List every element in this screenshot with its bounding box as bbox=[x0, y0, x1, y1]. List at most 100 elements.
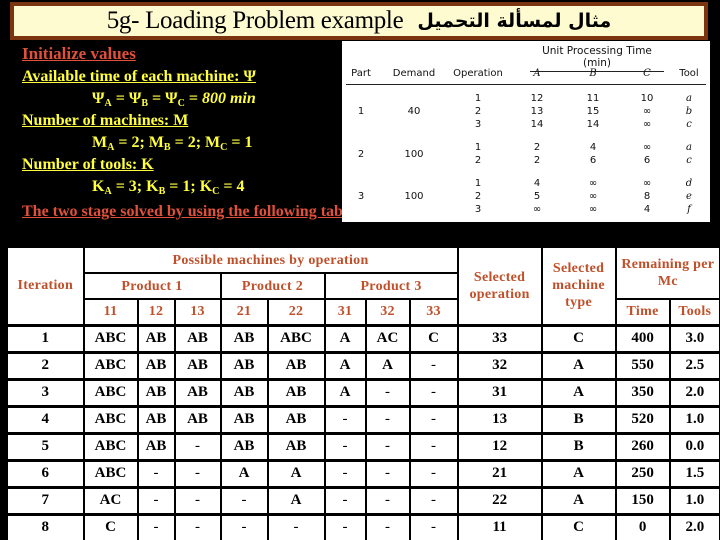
ref-header-demand: Demand bbox=[392, 68, 436, 79]
tools-term: KB = 1; bbox=[146, 178, 200, 197]
cell-op-33: - bbox=[408, 486, 459, 515]
ref-cell-b: ∞ bbox=[588, 191, 598, 202]
ref-cell-b: ∞ bbox=[588, 178, 598, 189]
machines-term: MA = 2; bbox=[92, 134, 149, 153]
ref-cell-a: 2 bbox=[533, 155, 541, 166]
cell-op-31: A bbox=[323, 324, 367, 353]
cell-op-31: A bbox=[323, 351, 367, 380]
cell-iteration: 1 bbox=[4, 324, 85, 353]
ref-header-a: A bbox=[533, 68, 541, 79]
ref-cell-op: 3 bbox=[474, 204, 482, 215]
cell-selected-machine: A bbox=[540, 351, 617, 380]
cell-op-12: AB bbox=[136, 432, 176, 461]
cell-remaining-time: 250 bbox=[614, 459, 671, 488]
cell-remaining-time: 550 bbox=[614, 351, 671, 380]
ref-cell-a: 14 bbox=[530, 119, 544, 130]
cell-op-11: ABC bbox=[82, 405, 139, 434]
ref-cell-b: ∞ bbox=[588, 204, 598, 215]
table-row: 7 AC - - - A - - -22 A 150 1.0 bbox=[4, 486, 720, 515]
header-tools: Tools bbox=[668, 298, 720, 326]
header-op: 33 bbox=[408, 298, 459, 326]
cell-op-22: AB bbox=[266, 432, 326, 461]
cell-remaining-tools: 1.5 bbox=[668, 459, 720, 488]
cell-op-11: AC bbox=[82, 486, 139, 515]
ref-cell-b: 6 bbox=[589, 155, 597, 166]
ref-cell-a: 5 bbox=[533, 191, 541, 202]
cell-op-13: - bbox=[173, 432, 222, 461]
ref-header-part: Part bbox=[351, 68, 371, 79]
table-row: 5 ABC AB - AB AB - - -12 B 260 0.0 bbox=[4, 432, 720, 461]
ref-cell-c: 8 bbox=[643, 191, 651, 202]
ref-header-tool: Tool bbox=[679, 68, 699, 79]
cell-op-33: - bbox=[408, 378, 459, 407]
cell-remaining-tools: 1.0 bbox=[668, 486, 720, 515]
cell-iteration: 4 bbox=[4, 405, 85, 434]
cell-iteration: 5 bbox=[4, 432, 85, 461]
cell-op-11: ABC bbox=[82, 378, 139, 407]
cell-op-11: C bbox=[82, 513, 139, 540]
cell-op-33: - bbox=[408, 459, 459, 488]
ref-cell-tool: a bbox=[686, 93, 692, 104]
cell-op-22: A bbox=[266, 486, 326, 515]
cell-op-12: - bbox=[136, 486, 176, 515]
cell-op-22: AB bbox=[266, 351, 326, 380]
cell-op-11: ABC bbox=[82, 432, 139, 461]
cell-selected-operation: 11 bbox=[456, 513, 543, 540]
ref-part: 3 bbox=[357, 191, 365, 202]
cell-op-22: - bbox=[266, 513, 326, 540]
cell-op-32: AC bbox=[364, 324, 411, 353]
slide-title: 5g- Loading Problem example مثال لمسألة … bbox=[10, 2, 708, 40]
cell-iteration: 2 bbox=[4, 351, 85, 380]
cell-op-31: - bbox=[323, 405, 367, 434]
cell-selected-operation: 32 bbox=[456, 351, 543, 380]
cell-op-12: - bbox=[136, 459, 176, 488]
header-op: 22 bbox=[266, 298, 326, 326]
cell-op-22: A bbox=[266, 459, 326, 488]
header-op: 11 bbox=[82, 298, 139, 326]
cell-op-13: AB bbox=[173, 405, 222, 434]
cell-selected-machine: C bbox=[540, 324, 617, 353]
cell-op-33: - bbox=[408, 405, 459, 434]
header-possible-machines: Possible machines by operation bbox=[82, 246, 459, 274]
ref-cell-a: 13 bbox=[530, 106, 544, 117]
header-product-3: Product 3 bbox=[323, 272, 459, 300]
cell-iteration: 6 bbox=[4, 459, 85, 488]
header-time: Time bbox=[614, 298, 671, 326]
cell-op-12: AB bbox=[136, 351, 176, 380]
cell-op-32: A bbox=[364, 351, 411, 380]
table-row: 4 ABC AB AB AB AB - - -13 B 520 1.0 bbox=[4, 405, 720, 434]
cell-op-21: AB bbox=[219, 351, 269, 380]
ref-part: 2 bbox=[357, 148, 365, 160]
cell-selected-machine: A bbox=[540, 378, 617, 407]
cell-op-22: ABC bbox=[266, 324, 326, 353]
cell-op-11: ABC bbox=[82, 459, 139, 488]
ref-cell-a: 4 bbox=[533, 178, 541, 189]
cell-iteration: 7 bbox=[4, 486, 85, 515]
ref-cell-tool: c bbox=[686, 155, 692, 166]
table-row: 2 ABC AB AB AB AB A A -32 A 550 2.5 bbox=[4, 351, 720, 380]
header-product-1: Product 1 bbox=[82, 272, 222, 300]
num-tools-label: Number of tools: K bbox=[22, 156, 154, 173]
cell-op-22: AB bbox=[266, 405, 326, 434]
processing-time-reference-table: Unit Processing Time (min) Part Demand O… bbox=[342, 41, 710, 222]
cell-selected-operation: 21 bbox=[456, 459, 543, 488]
cell-op-13: AB bbox=[173, 351, 222, 380]
ref-cell-op: 1 bbox=[474, 178, 482, 189]
cell-op-31: A bbox=[323, 378, 367, 407]
cell-remaining-tools: 2.0 bbox=[668, 378, 720, 407]
tools-term: KA = 3; bbox=[92, 178, 147, 197]
cell-iteration: 8 bbox=[4, 513, 85, 540]
ref-part: 1 bbox=[357, 106, 365, 117]
cell-op-32: - bbox=[364, 405, 411, 434]
ref-cell-b: 4 bbox=[589, 142, 597, 153]
cell-remaining-time: 150 bbox=[614, 486, 671, 515]
ref-cell-a: ∞ bbox=[532, 204, 542, 215]
machines-term: MC = 1 bbox=[205, 134, 253, 153]
ref-cell-tool: c bbox=[686, 119, 692, 130]
cell-op-21: AB bbox=[219, 405, 269, 434]
ref-cell-op: 1 bbox=[474, 142, 482, 153]
cell-op-22: AB bbox=[266, 378, 326, 407]
ref-demand: 100 bbox=[404, 148, 424, 160]
header-selected-machine-type: Selected machine type bbox=[540, 246, 617, 326]
cell-op-32: - bbox=[364, 513, 411, 540]
